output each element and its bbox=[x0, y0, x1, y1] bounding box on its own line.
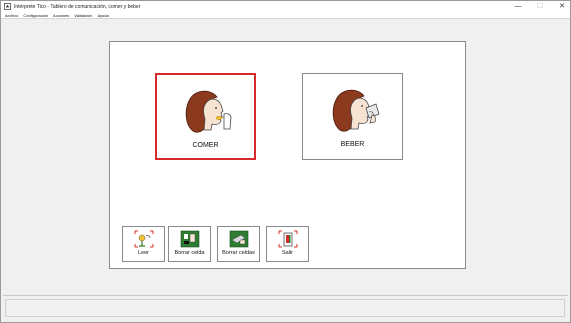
status-bar bbox=[3, 295, 568, 321]
app-icon bbox=[4, 3, 11, 10]
menu-ayuda[interactable]: Ayuda bbox=[97, 13, 108, 18]
cell-label-beber: BEBER bbox=[340, 141, 365, 148]
exit-icon bbox=[278, 230, 297, 248]
menu-archivo[interactable]: Archivo bbox=[5, 13, 18, 18]
minimize-button[interactable]: — bbox=[514, 1, 522, 12]
delete-cell-icon bbox=[180, 230, 199, 248]
title-bar: Intérprete Tico - Tablero de comunicació… bbox=[1, 1, 570, 12]
salir-label: Salir bbox=[281, 250, 293, 256]
leer-label: Leer bbox=[137, 250, 149, 256]
salir-button[interactable]: Salir bbox=[266, 226, 309, 262]
cell-comer[interactable]: COMER bbox=[155, 73, 256, 160]
borrar-celdas-label: Borrar celdas bbox=[222, 250, 255, 256]
menu-acciones[interactable]: Acciones bbox=[53, 13, 69, 18]
menu-bar: Archivo Configuración Acciones Validació… bbox=[1, 12, 570, 19]
read-icon bbox=[134, 230, 153, 248]
window-title: Intérprete Tico - Tablero de comunicació… bbox=[14, 3, 141, 10]
status-panel bbox=[5, 299, 565, 317]
leer-button[interactable]: Leer bbox=[122, 226, 165, 262]
delete-cells-icon bbox=[229, 230, 248, 248]
cell-beber[interactable]: BEBER bbox=[302, 73, 403, 160]
borrar-celda-label: Borrar celda bbox=[174, 250, 205, 256]
client-area: COMER BEBER Leer Borrar celda Borrar cel… bbox=[3, 19, 568, 293]
borrar-celdas-button[interactable]: Borrar celdas bbox=[217, 226, 260, 262]
close-button[interactable]: ✕ bbox=[558, 1, 566, 12]
maximize-button[interactable]: ☐ bbox=[536, 1, 544, 12]
menu-configuracion[interactable]: Configuración bbox=[23, 13, 48, 18]
window-controls: — ☐ ✕ bbox=[514, 1, 566, 12]
app-window: Intérprete Tico - Tablero de comunicació… bbox=[0, 0, 571, 323]
person-eating-icon bbox=[185, 90, 231, 133]
borrar-celda-button[interactable]: Borrar celda bbox=[168, 226, 211, 262]
communication-board: COMER BEBER Leer Borrar celda Borrar cel… bbox=[109, 41, 466, 269]
person-drinking-icon bbox=[332, 89, 379, 132]
menu-validacion[interactable]: Validación bbox=[74, 13, 92, 18]
cell-label-comer: COMER bbox=[192, 142, 219, 149]
